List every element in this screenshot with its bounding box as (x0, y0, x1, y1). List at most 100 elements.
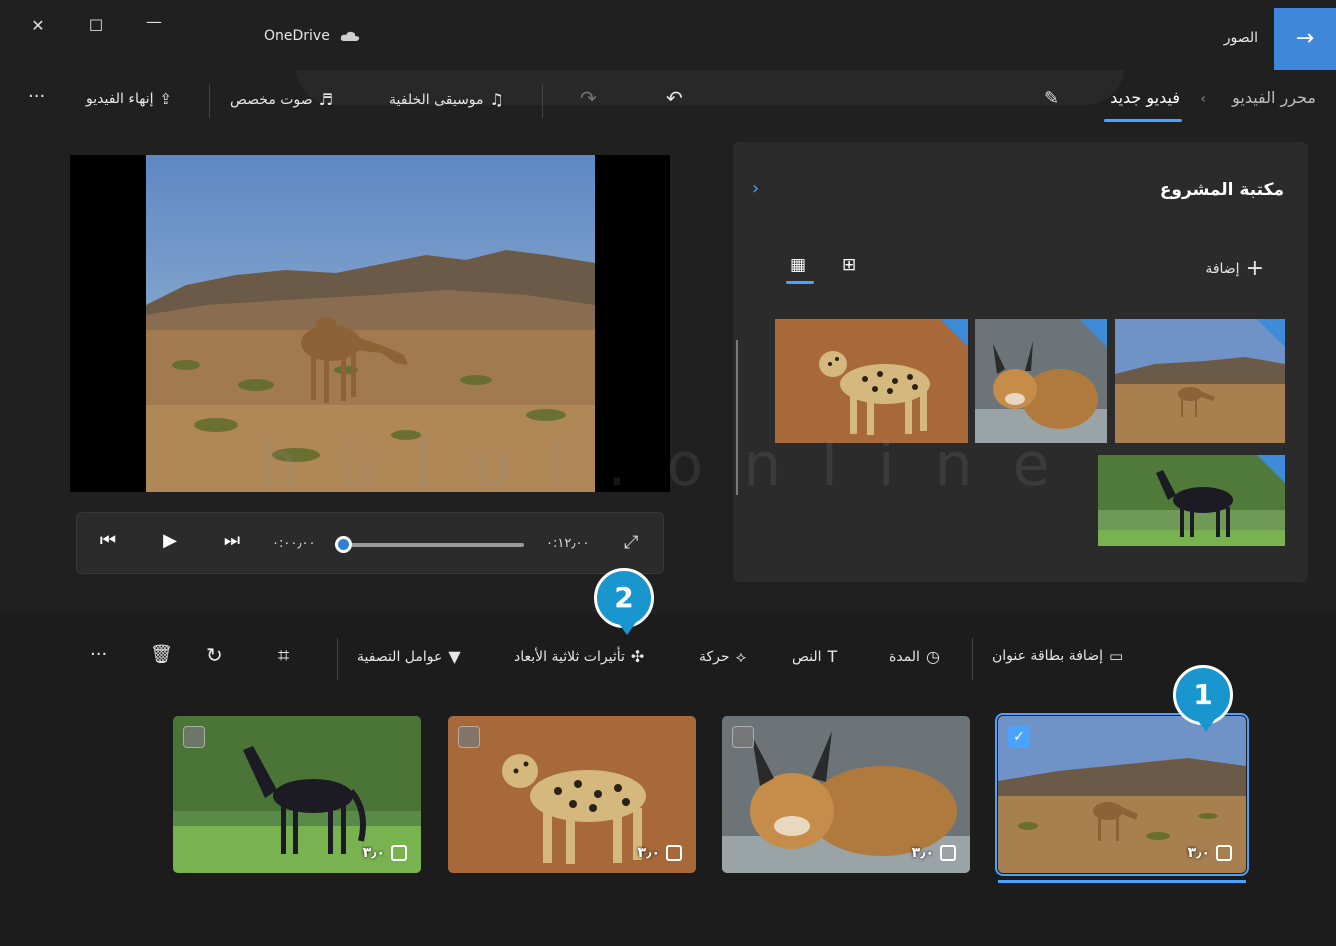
card-select-checkbox[interactable]: ✓ (1008, 726, 1030, 748)
undo-icon: ↶ (666, 86, 683, 110)
duration-label: المدة (889, 648, 920, 665)
background-music-button[interactable]: موسيقى الخلفية ♫ (389, 90, 504, 109)
redo-icon: ↷ (580, 86, 597, 110)
3d-effects-button[interactable]: تأثيرات ثلاثية الأبعاد ✣ (514, 647, 644, 666)
breadcrumb-root[interactable]: محرر الفيديو (1232, 88, 1316, 107)
small-grid-view-icon[interactable]: ▦ (790, 255, 806, 275)
storyboard-card-leopard[interactable]: ٣٫٠ (448, 716, 696, 873)
rotate-icon[interactable]: ↻ (206, 643, 223, 667)
storyboard-divider (337, 638, 338, 680)
previous-frame-icon[interactable]: ⏮ (96, 530, 120, 551)
filters-button[interactable]: عوامل التصفية ▼ (357, 647, 461, 666)
library-item-leopard[interactable] (775, 319, 968, 443)
image-icon (391, 845, 407, 861)
add-media-button[interactable]: إضافة + (1205, 256, 1264, 281)
card-duration: ٣٫٠ (638, 845, 682, 861)
project-library-title: مكتبة المشروع (1159, 180, 1284, 200)
add-title-card-button[interactable]: إضافة بطاقة عنوان ▭ (992, 647, 1123, 665)
card-duration: ٣٫٠ (363, 845, 407, 861)
selected-card-indicator (998, 880, 1246, 883)
total-time: ٠:١٢٫٠٠ (546, 536, 590, 551)
card-duration: ٣٫٠ (912, 845, 956, 861)
library-item-caracal[interactable] (975, 319, 1107, 443)
image-icon (940, 845, 956, 861)
rename-pencil-icon[interactable]: ✎ (1044, 88, 1059, 109)
sparkle-effects-icon: ✣ (630, 647, 645, 666)
selected-corner-marker (1257, 319, 1285, 347)
storyboard-card-horse[interactable]: ٣٫٠ (173, 716, 421, 873)
card-select-checkbox[interactable] (732, 726, 754, 748)
fullscreen-expand-icon[interactable]: ⤢ (624, 532, 638, 553)
text-add-icon: T (827, 647, 838, 666)
motion-label: حركة (699, 649, 730, 665)
next-frame-icon[interactable]: ⏭ (220, 530, 244, 551)
selected-corner-marker (940, 319, 968, 347)
step-marker-1: 1 (1173, 665, 1233, 732)
toolbar-divider (209, 84, 210, 118)
plus-icon: + (1245, 256, 1264, 281)
storyboard-divider (972, 638, 973, 680)
maximize-button[interactable]: ☐ (78, 12, 114, 40)
filters-label: عوامل التصفية (357, 648, 443, 665)
finish-video-button[interactable]: إنهاء الفيديو ⇪ (86, 90, 172, 108)
motion-icon: ⟡ (735, 647, 747, 666)
step-marker-2-number: 2 (614, 581, 634, 614)
clock-icon: ◷ (925, 647, 940, 666)
library-item-horse[interactable] (1098, 455, 1285, 546)
seek-handle[interactable] (335, 536, 352, 553)
storyboard-card-caracal[interactable]: ٣٫٠ (722, 716, 970, 873)
back-button[interactable]: → (1274, 8, 1336, 70)
toolbar-divider (542, 84, 543, 118)
close-button[interactable]: ✕ (20, 12, 56, 40)
storyboard-card-camel[interactable]: ✓ ٣٫٠ (995, 713, 1249, 876)
card-duration: ٣٫٠ (1188, 845, 1232, 861)
card-select-checkbox[interactable] (183, 726, 205, 748)
breadcrumb-underline (1104, 119, 1182, 122)
title-card-icon: ▭ (1108, 647, 1124, 665)
large-grid-view-icon[interactable]: ⊞ (842, 255, 856, 275)
audio-person-icon: ♬ (318, 90, 333, 109)
delete-trash-icon[interactable]: 🗑 (150, 644, 173, 665)
text-label: النص (792, 648, 822, 665)
image-icon (1216, 845, 1232, 861)
minimize-button[interactable]: — (136, 8, 172, 36)
watermark-text: hülul.online (260, 430, 1090, 500)
filter-brush-icon: ▼ (448, 647, 461, 666)
library-item-camel[interactable] (1115, 319, 1285, 443)
custom-audio-button[interactable]: صوت مخصص ♬ (230, 90, 333, 109)
redo-button[interactable]: ↷ (580, 86, 597, 110)
share-export-icon: ⇪ (159, 90, 173, 108)
cloud-icon (340, 31, 360, 41)
chevron-left-icon: ‹ (1200, 91, 1206, 107)
custom-audio-label: صوت مخصص (230, 91, 313, 108)
storyboard-more-button[interactable]: ··· (90, 644, 107, 665)
collapse-panel-icon[interactable]: › (752, 178, 759, 199)
crop-icon[interactable]: ⌗ (278, 643, 289, 667)
add-title-card-label: إضافة بطاقة عنوان (992, 648, 1103, 664)
card-duration-value: ٣٫٠ (1187, 845, 1210, 861)
play-icon[interactable]: ▶ (158, 530, 182, 551)
current-time: ٠:٠٠٫٠٠ (272, 536, 316, 551)
background-music-label: موسيقى الخلفية (389, 91, 484, 108)
step-marker-2: 2 (594, 568, 654, 635)
undo-button[interactable]: ↶ (666, 86, 683, 110)
motion-button[interactable]: حركة ⟡ (699, 647, 746, 667)
image-icon (666, 845, 682, 861)
step-marker-1-number: 1 (1193, 678, 1213, 711)
app-name: الصور (1223, 30, 1258, 46)
marker-pointer (617, 621, 637, 635)
text-button[interactable]: النص T (792, 647, 837, 666)
duration-button[interactable]: المدة ◷ (889, 647, 940, 666)
breadcrumb-current[interactable]: فيديو جديد (1110, 88, 1180, 107)
seek-track[interactable] (344, 543, 524, 547)
more-options-button[interactable]: ··· (28, 86, 45, 107)
selected-corner-marker (1079, 319, 1107, 347)
selected-corner-marker (1257, 455, 1285, 483)
3d-effects-label: تأثيرات ثلاثية الأبعاد (514, 648, 625, 665)
title-bar (0, 0, 1336, 70)
finish-video-label: إنهاء الفيديو (86, 91, 154, 107)
add-media-label: إضافة (1205, 260, 1240, 277)
onedrive-label: OneDrive (264, 28, 330, 44)
view-selected-indicator (786, 281, 814, 284)
card-select-checkbox[interactable] (458, 726, 480, 748)
